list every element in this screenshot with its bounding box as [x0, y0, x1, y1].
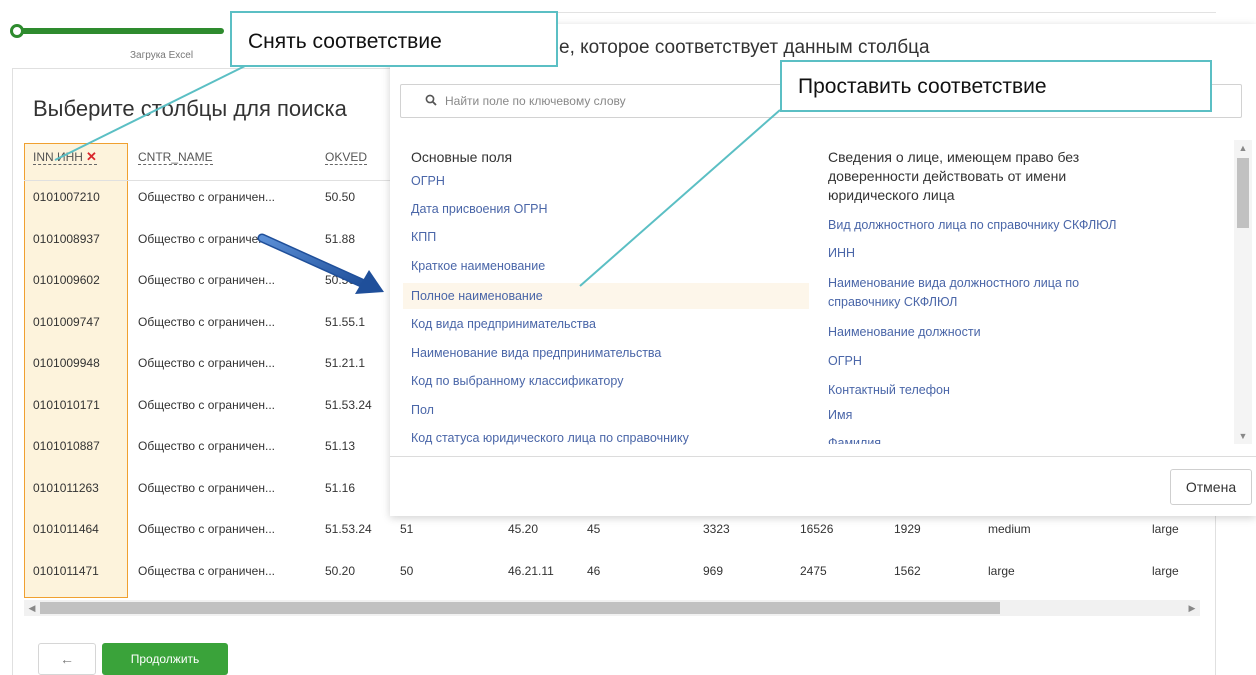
- table-cell: large: [1152, 522, 1179, 536]
- callout-assign-mapping: Проставить соответствие: [780, 60, 1212, 112]
- table-cell: Общество с ограничен...: [138, 439, 275, 453]
- group-title-main-fields: Основные поля: [411, 149, 513, 165]
- modal-footer-divider: [390, 456, 1256, 457]
- page-title: Выберите столбцы для поиска: [33, 96, 347, 121]
- table-cell: Общество с ограничен...: [138, 190, 275, 204]
- field-option[interactable]: КПП: [411, 230, 436, 244]
- field-option[interactable]: Наименование вида предпринимательства: [411, 346, 661, 360]
- modal-title: е, которое соответствует данным столбца: [559, 37, 930, 58]
- vertical-scroll-thumb[interactable]: [1237, 158, 1249, 228]
- column-header-inn[interactable]: INN ИНН ✕: [33, 150, 97, 165]
- table-cell: Общество с ограничен...: [138, 315, 275, 329]
- field-option[interactable]: Вид должностного лица по справочнику СКФ…: [828, 218, 1116, 232]
- table-cell: 51.16: [325, 481, 356, 495]
- group-title-authorized-person-2: доверенности действовать от имени: [828, 168, 1067, 184]
- field-option[interactable]: Код вида предпринимательства: [411, 317, 596, 331]
- table-cell: Общество с ограничен...: [138, 356, 275, 370]
- field-option[interactable]: Код статуса юридического лица по справоч…: [411, 431, 689, 445]
- callout-remove-mapping: Снять соответствие: [230, 11, 558, 67]
- table-cell: 0101009747: [33, 315, 100, 329]
- wizard-step-label: Загрука Excel: [130, 50, 194, 61]
- remove-mapping-icon[interactable]: ✕: [86, 149, 97, 164]
- column-header-inn-label: INN ИНН: [33, 150, 83, 164]
- table-cell: 0101007210: [33, 190, 100, 204]
- table-cell: Общество с ограничен...: [138, 522, 275, 536]
- table-cell: 45.20: [508, 522, 539, 536]
- table-cell: 0101010171: [33, 398, 100, 412]
- table-cell: 51.55.1: [325, 315, 366, 329]
- table-cell: 969: [703, 564, 724, 578]
- field-option[interactable]: Наименование вида должностного лица по: [828, 276, 1079, 290]
- table-cell: 2475: [800, 564, 827, 578]
- table-cell: Общества с ограничен...: [138, 564, 275, 578]
- table-cell: 51.13: [325, 439, 356, 453]
- field-option[interactable]: Краткое наименование: [411, 259, 545, 273]
- scroll-right-icon[interactable]: ▶: [1184, 600, 1200, 616]
- table-cell: 16526: [800, 522, 834, 536]
- field-option[interactable]: Полное наименование: [411, 289, 543, 303]
- table-cell: 50.50: [325, 190, 356, 204]
- table-cell: 50.50: [325, 273, 356, 287]
- field-option[interactable]: Контактный телефон: [828, 383, 950, 397]
- field-option[interactable]: Имя: [828, 408, 852, 422]
- table-cell: large: [1152, 564, 1179, 578]
- scroll-left-icon[interactable]: ◀: [24, 600, 40, 616]
- scroll-up-icon[interactable]: ▲: [1234, 140, 1252, 156]
- table-cell: Общество с ограничен...: [138, 232, 275, 246]
- table-cell: 0101009948: [33, 356, 100, 370]
- table-cell: 45: [587, 522, 601, 536]
- field-option[interactable]: Код по выбранному классификатору: [411, 374, 623, 388]
- table-cell: Общество с ограничен...: [138, 398, 275, 412]
- table-cell: 0101011263: [33, 481, 99, 495]
- field-option[interactable]: справочнику СКФЛЮЛ: [828, 295, 957, 309]
- table-cell: Общество с ограничен...: [138, 481, 275, 495]
- horizontal-scroll-thumb[interactable]: [40, 602, 1000, 614]
- table-cell: 51.53.24: [325, 522, 372, 536]
- cancel-button[interactable]: Отмена: [1170, 469, 1252, 505]
- table-cell: 0101011471: [33, 564, 99, 578]
- column-header-okved[interactable]: OKVED: [325, 150, 368, 165]
- table-cell: 51: [400, 522, 414, 536]
- field-option[interactable]: ОГРН: [828, 354, 862, 368]
- table-cell: 46.21.11: [508, 564, 554, 578]
- table-cell: Общество с ограничен...: [138, 273, 275, 287]
- search-placeholder: Найти поле по ключевому слову: [445, 94, 626, 108]
- table-cell: 50: [400, 564, 414, 578]
- table-cell: 0101010887: [33, 439, 100, 453]
- scroll-down-icon[interactable]: ▼: [1234, 428, 1252, 444]
- field-option[interactable]: Фамилия: [828, 436, 881, 444]
- table-cell: medium: [988, 522, 1031, 536]
- column-header-cntr-name[interactable]: CNTR_NAME: [138, 150, 213, 165]
- field-option[interactable]: Пол: [411, 403, 434, 417]
- table-cell: large: [988, 564, 1015, 578]
- table-cell: 46: [587, 564, 601, 578]
- horizontal-scrollbar[interactable]: ◀ ▶: [24, 600, 1200, 616]
- field-option[interactable]: ОГРН: [411, 174, 445, 188]
- table-cell: 0101011464: [33, 522, 99, 536]
- field-option[interactable]: Дата присвоения ОГРН: [411, 202, 548, 216]
- table-cell: 51.21.1: [325, 356, 366, 370]
- continue-button[interactable]: Продолжить: [102, 643, 228, 675]
- group-title-authorized-person-3: юридического лица: [828, 187, 955, 203]
- table-cell: 1562: [894, 564, 921, 578]
- table-cell: 50.20: [325, 564, 356, 578]
- table-cell: 0101008937: [33, 232, 100, 246]
- table-cell: 0101009602: [33, 273, 100, 287]
- fields-vertical-scrollbar[interactable]: ▲ ▼: [1234, 140, 1252, 444]
- search-icon: [425, 94, 437, 106]
- wizard-step-dot: [10, 24, 24, 38]
- wizard-progress-bar: [14, 28, 224, 34]
- group-title-authorized-person-1: Сведения о лице, имеющем право без: [828, 149, 1080, 165]
- field-option[interactable]: Наименование должности: [828, 325, 981, 339]
- table-cell: 1929: [894, 522, 921, 536]
- table-cell: 51.88: [325, 232, 356, 246]
- back-button[interactable]: ←: [38, 643, 96, 675]
- table-cell: 3323: [703, 522, 730, 536]
- table-cell: 51.53.24: [325, 398, 372, 412]
- field-option[interactable]: ИНН: [828, 246, 855, 260]
